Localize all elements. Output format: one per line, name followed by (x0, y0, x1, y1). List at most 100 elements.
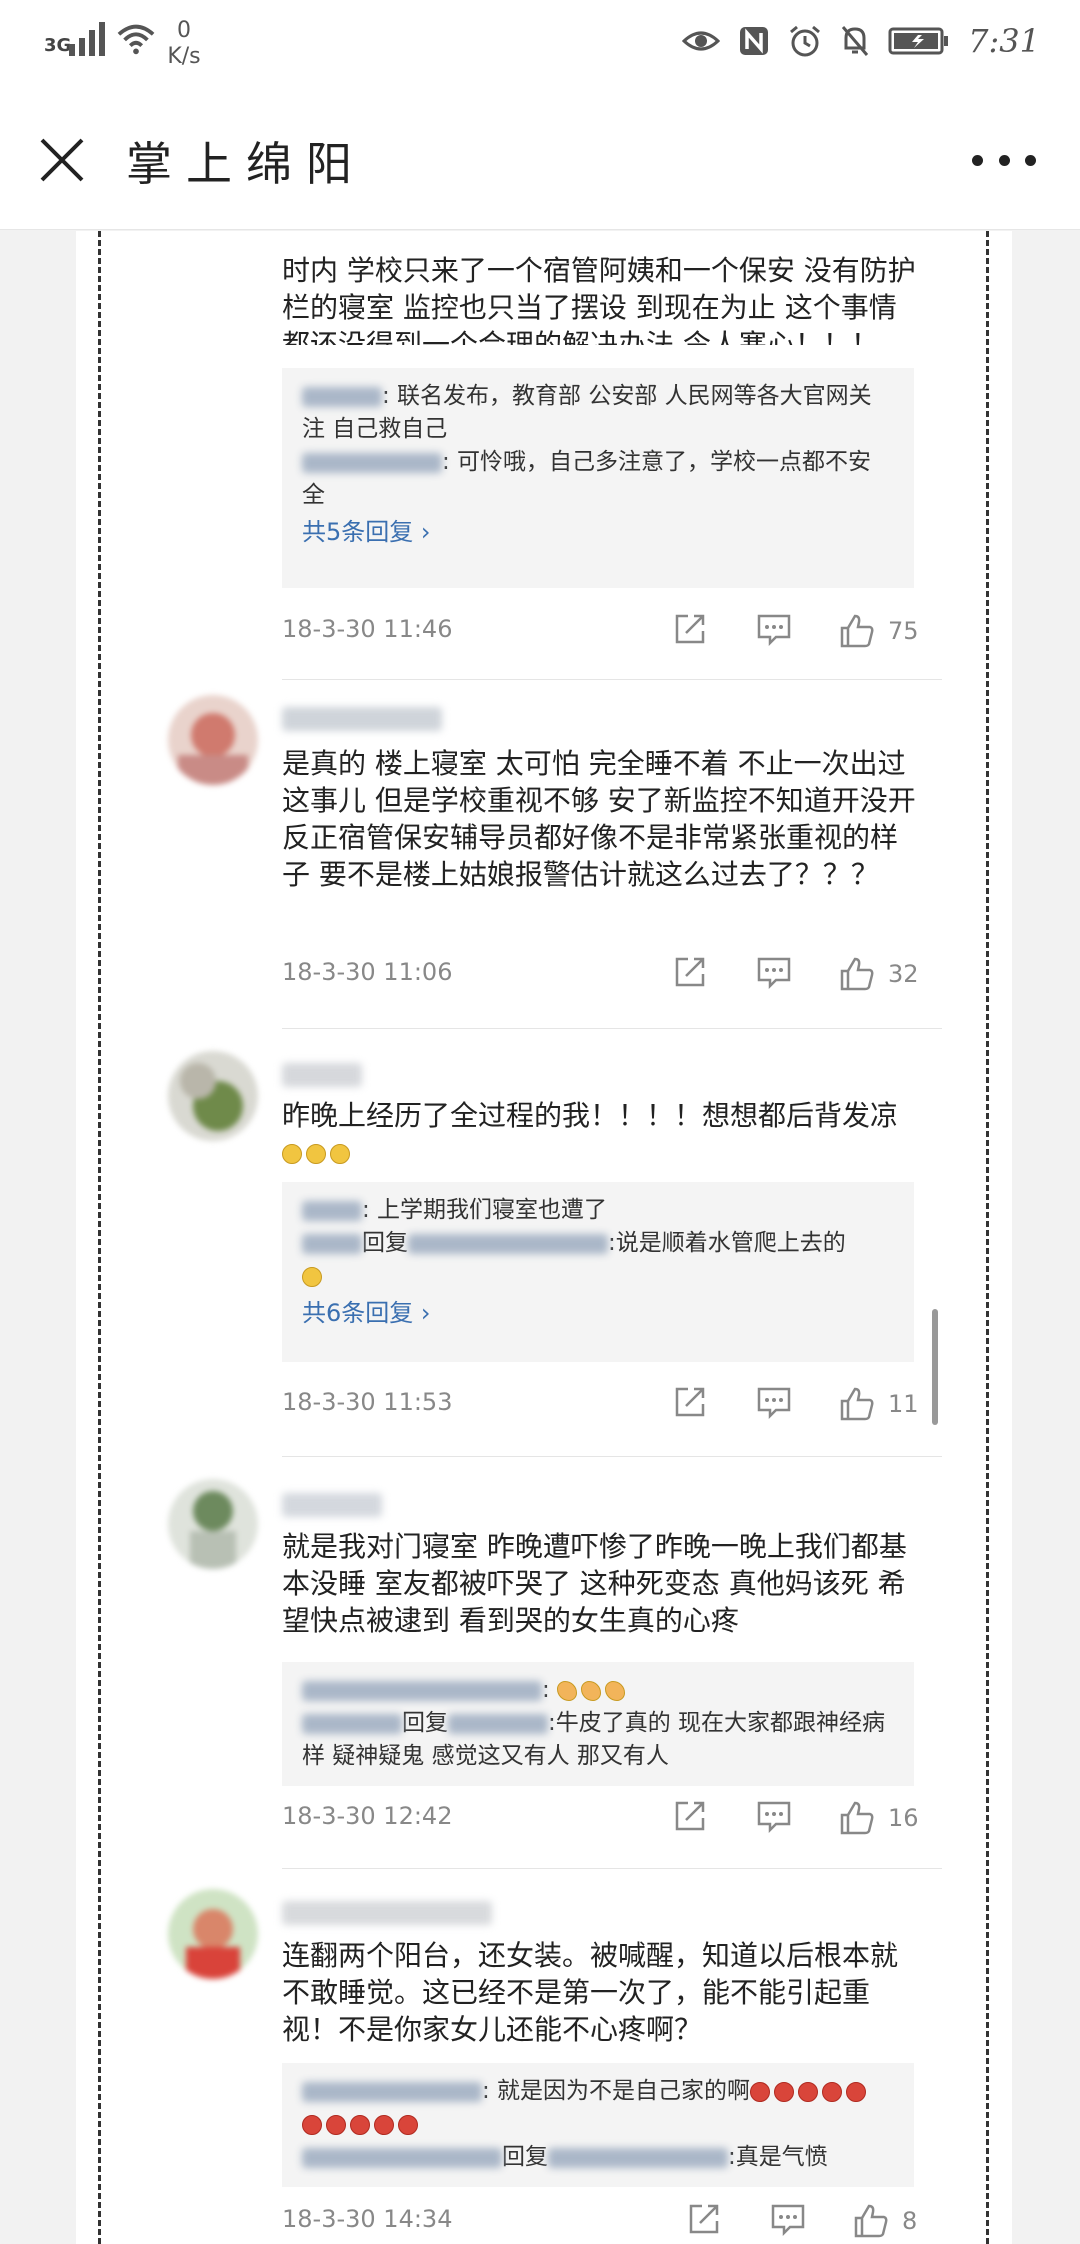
avatar[interactable] (168, 1479, 258, 1569)
page-title: 掌上绵阳 (126, 137, 366, 191)
avatar[interactable] (168, 1889, 258, 1979)
comment-text-body: 时内 学校只来了一个宿管阿姨和一个保安 没有防护栏的寝室 监控也只当了摆设 到现… (282, 254, 916, 345)
angry-face-icon (350, 2114, 370, 2135)
comment-icon (757, 957, 791, 990)
reply-text: :说是顺着水管爬上去的 (608, 1230, 846, 1256)
reply-line: : 上学期我们寝室也遭了 (302, 1194, 894, 1227)
reply-line: 回复:牛皮了真的 现在大家都跟神经病样 疑神疑鬼 感觉这又有人 那又有人 (302, 1707, 894, 1773)
reply-line: 回复:说是顺着水管爬上去的 (302, 1227, 894, 1260)
more-icon-dot (972, 154, 983, 166)
comment-date: 18-3-30 12:42 (282, 1802, 453, 1830)
reply-button[interactable] (756, 1384, 796, 1424)
view-all-replies-link[interactable]: 共6条回复 › (302, 1297, 894, 1330)
scrollbar[interactable] (932, 1309, 938, 1425)
replies-count-label: 共6条回复 (302, 1299, 414, 1327)
comment-divider (282, 1028, 942, 1029)
username-blurred[interactable] (282, 1493, 382, 1517)
reply-text: : (542, 1677, 558, 1703)
sad-face-icon (302, 1266, 322, 1287)
share-button[interactable] (672, 954, 712, 994)
reply-author-blurred (302, 2081, 482, 2102)
reply-text: : 上学期我们寝室也遭了 (362, 1197, 608, 1223)
alarm-icon (790, 25, 821, 57)
angry-face-icon (822, 2081, 843, 2102)
comment-meta: 18-3-30 11:46 75 (282, 611, 922, 651)
reply-author-blurred (302, 1680, 542, 1701)
more-button[interactable] (972, 140, 1036, 180)
comment-icon (771, 2204, 805, 2237)
reply-line (302, 1260, 894, 1293)
share-button[interactable] (686, 2201, 726, 2241)
like-button[interactable]: 16 (838, 1798, 928, 1838)
mute-bell-icon (842, 26, 869, 56)
dashed-border-left (98, 231, 101, 2244)
reply-text: : 联名发布，教育部 公安部 人民网等各大官网关注 自己救自己 (302, 383, 872, 442)
comment-meta: 18-3-30 12:42 16 (282, 1798, 922, 1838)
angry-face-icon (750, 2081, 771, 2102)
reply-line: : (302, 1674, 894, 1707)
like-count: 16 (888, 1804, 919, 1832)
username-blurred[interactable] (282, 1063, 362, 1087)
comment-date: 18-3-30 11:06 (282, 958, 453, 986)
share-button[interactable] (672, 1384, 712, 1424)
share-icon (675, 957, 705, 987)
username-blurred[interactable] (282, 1901, 492, 1925)
reply-button[interactable] (770, 2201, 810, 2241)
reply-box[interactable]: : 回复:牛皮了真的 现在大家都跟神经病样 疑神疑鬼 感觉这又有人 那又有人 (282, 1662, 914, 1786)
more-icon-dot (998, 154, 1010, 166)
angry-face-icon (374, 2114, 394, 2135)
dashed-border-right (986, 231, 989, 2244)
reply-text: :真是气愤 (728, 2144, 828, 2170)
flexed-arm-icon (581, 1680, 602, 1701)
clock: 7:31 (968, 22, 1040, 60)
reply-box[interactable]: : 就是因为不是自己家的啊 回复:真是气愤 (282, 2063, 914, 2187)
reply-button[interactable] (756, 954, 796, 994)
reply-button[interactable] (756, 1798, 796, 1838)
reply-button[interactable] (756, 611, 796, 651)
replies-count-label: 共5条回复 (302, 518, 414, 546)
reply-author-blurred (302, 1200, 362, 1221)
angry-face-icon (302, 2114, 322, 2135)
like-button[interactable]: 32 (838, 954, 928, 994)
battery-icon (888, 27, 949, 55)
view-all-replies-link[interactable]: 共5条回复 › (302, 516, 894, 549)
avatar[interactable] (168, 1051, 258, 1141)
like-count: 75 (888, 617, 919, 645)
network-speed-unit: K/s (167, 44, 201, 69)
share-icon (675, 1801, 705, 1831)
comment-feed[interactable]: 时内 学校只来了一个宿管阿姨和一个保安 没有防护栏的寝室 监控也只当了摆设 到现… (0, 231, 1080, 2244)
like-button[interactable]: 8 (852, 2201, 942, 2241)
sad-face-icon (306, 1144, 326, 1164)
comment-divider (282, 1456, 942, 1457)
status-left: 3G 0 K/s (44, 18, 201, 70)
network-type-label: 3G (44, 35, 72, 56)
reply-author-blurred (302, 1713, 402, 1734)
flexed-arm-icon (557, 1680, 578, 1701)
like-count: 32 (888, 960, 919, 988)
share-button[interactable] (672, 1798, 712, 1838)
share-button[interactable] (672, 611, 712, 651)
angry-face-icon (326, 2114, 346, 2135)
thumbs-up-icon (840, 957, 874, 991)
username-blurred[interactable] (282, 707, 442, 731)
comment-divider (282, 679, 942, 680)
reply-author-blurred (302, 452, 442, 473)
avatar[interactable] (168, 695, 258, 785)
comment-divider (282, 1868, 942, 1869)
reply-box[interactable]: : 上学期我们寝室也遭了 回复:说是顺着水管爬上去的 共6条回复 › (282, 1182, 914, 1362)
comment-text: 是真的 楼上寝室 太可怕 完全睡不着 不止一次出过这事儿 但是学校重视不够 安了… (282, 747, 916, 891)
comment-date: 18-3-30 11:53 (282, 1388, 453, 1416)
comment-date: 18-3-30 14:34 (282, 2205, 453, 2233)
reply-line: : 可怜哦，自己多注意了，学校一点都不安全 (302, 446, 894, 512)
thumbs-up-icon (840, 1387, 874, 1421)
reply-box[interactable]: : 联名发布，教育部 公安部 人民网等各大官网关注 自己救自己 : 可怜哦，自己… (282, 368, 914, 588)
comment-text: 昨晚上经历了全过程的我！！！！想想都后背发凉 (282, 1097, 922, 1171)
share-icon (689, 2204, 719, 2234)
comment-text-cutoff (282, 231, 922, 252)
reply-author-blurred (302, 386, 382, 407)
close-button[interactable] (34, 132, 90, 188)
reply-text: 回复 (502, 2144, 548, 2170)
title-bar: 掌上绵阳 (0, 92, 1080, 230)
like-button[interactable]: 11 (838, 1384, 928, 1424)
like-button[interactable]: 75 (838, 611, 928, 651)
